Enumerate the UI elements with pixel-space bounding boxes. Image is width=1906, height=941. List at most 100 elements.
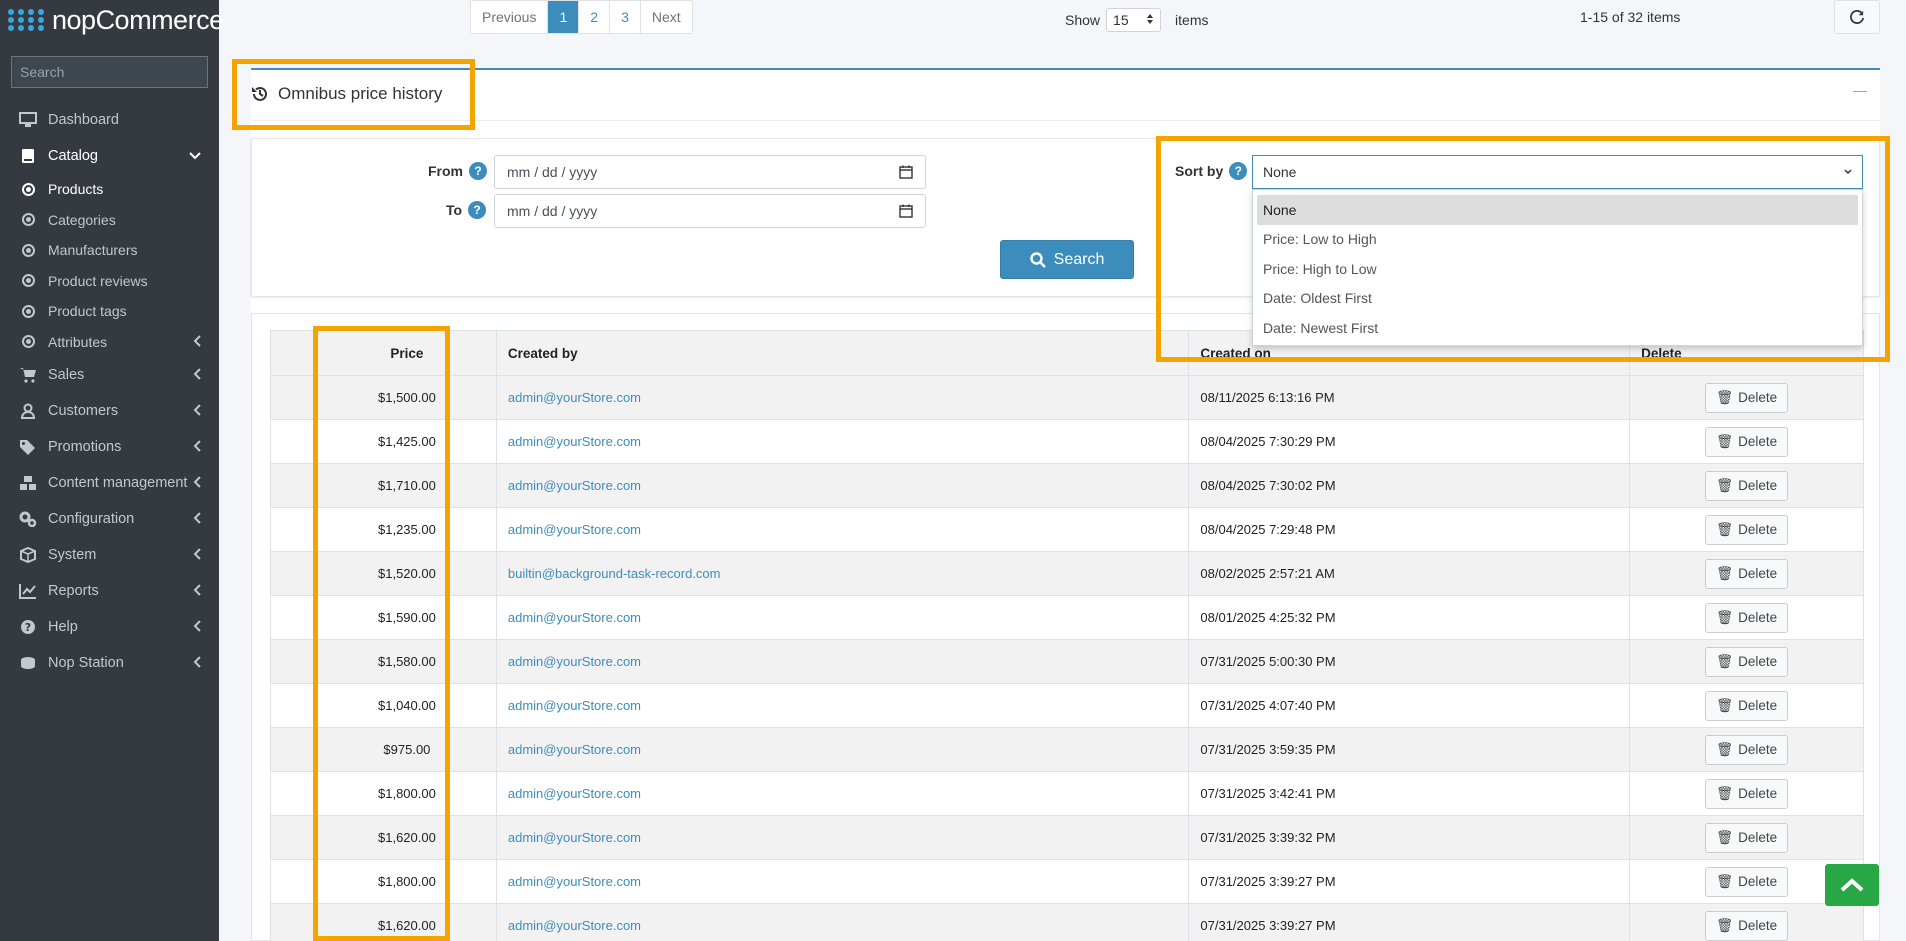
created-by-link[interactable]: builtin@background-task-record.com [495, 551, 1190, 596]
sort-option-date-oldest[interactable]: Date: Oldest First [1253, 284, 1862, 314]
cube-icon [18, 547, 38, 563]
search-button[interactable]: Search [1000, 240, 1134, 279]
price-history-table: Price Created by Created on Delete $1,50… [270, 330, 1864, 941]
delete-button[interactable]: 🗑 Delete [1704, 822, 1789, 853]
trash-icon: 🗑 [1715, 389, 1734, 405]
sort-option-date-newest[interactable]: Date: Newest First [1253, 313, 1862, 343]
search-icon [1029, 251, 1046, 268]
sort-option-none[interactable]: None [1257, 195, 1858, 225]
trash-icon: 🗑 [1715, 873, 1734, 889]
delete-button[interactable]: 🗑 Delete [1704, 426, 1789, 457]
created-by-link[interactable]: admin@yourStore.com [495, 463, 1190, 508]
circle-dot-icon [18, 243, 38, 257]
help-icon[interactable]: ? [468, 201, 487, 219]
sort-option-price-low-high[interactable]: Price: Low to High [1253, 225, 1862, 255]
sidebar-item-product-tags[interactable]: Product tags [0, 296, 219, 327]
created-by-link[interactable]: admin@yourStore.com [495, 771, 1190, 816]
sidebar-search-input[interactable] [20, 64, 201, 80]
to-date-input[interactable]: mm / dd / yyyy [494, 194, 926, 228]
chevron-left-icon [193, 511, 201, 527]
sidebar-item-customers[interactable]: Customers [0, 393, 219, 429]
delete-button[interactable]: 🗑 Delete [1704, 734, 1789, 765]
sidebar-item-dashboard[interactable]: Dashboard [0, 102, 219, 138]
pagination: Previous 1 2 3 Next [470, 0, 693, 34]
sidebar-item-promotions[interactable]: Promotions [0, 429, 219, 465]
trash-icon: 🗑 [1715, 521, 1734, 537]
sidebar-item-sales[interactable]: Sales [0, 357, 219, 393]
table-row: $1,040.00 admin@yourStore.com 07/31/2025 4… [270, 683, 1864, 728]
created-by-link[interactable]: admin@yourStore.com [495, 595, 1190, 640]
sort-by-select[interactable]: None [1252, 155, 1863, 189]
sidebar-item-nop-station[interactable]: Nop Station [0, 645, 219, 681]
created-by-link[interactable]: admin@yourStore.com [495, 507, 1190, 552]
desktop-icon [18, 112, 38, 128]
sidebar-search [11, 56, 208, 88]
scroll-to-top-button[interactable] [1825, 864, 1879, 906]
pagination-page-3[interactable]: 3 [610, 1, 641, 33]
sidebar-item-system[interactable]: System [0, 537, 219, 573]
created-by-link[interactable]: admin@yourStore.com [495, 859, 1190, 904]
page-size-select[interactable]: 15 [1106, 8, 1162, 32]
sort-option-price-high-low[interactable]: Price: High to Low [1253, 254, 1862, 284]
table-row: $1,800.00 admin@yourStore.com 07/31/2025 3… [270, 771, 1864, 816]
sidebar-item-product-reviews[interactable]: Product reviews [0, 266, 219, 297]
from-date-input[interactable]: mm / dd / yyyy [494, 155, 926, 189]
sidebar-item-manufacturers[interactable]: Manufacturers [0, 235, 219, 266]
help-icon[interactable]: ? [1229, 162, 1248, 180]
pagination-page-2[interactable]: 2 [579, 1, 611, 33]
pagination-previous[interactable]: Previous [471, 1, 549, 33]
table-row: $1,800.00 admin@yourStore.com 07/31/2025 3… [270, 859, 1864, 904]
select-column-header[interactable] [270, 330, 318, 376]
chevron-left-icon [193, 403, 201, 419]
collapse-button[interactable]: — [1853, 82, 1867, 98]
trash-icon: 🗑 [1715, 697, 1734, 713]
trash-icon: 🗑 [1715, 785, 1734, 801]
created-by-link[interactable]: admin@yourStore.com [495, 683, 1190, 728]
delete-button[interactable]: 🗑 Delete [1704, 602, 1789, 633]
created-by-column-header[interactable]: Created by [495, 330, 1190, 376]
from-label: From ? [428, 162, 487, 180]
sidebar-item-help[interactable]: ? Help [0, 609, 219, 645]
sidebar-item-content-management[interactable]: Content management [0, 465, 219, 501]
created-by-link[interactable]: admin@yourStore.com [495, 727, 1190, 772]
table-row: $1,425.00 admin@yourStore.com 08/04/2025 7… [270, 419, 1864, 464]
sidebar-item-catalog[interactable]: Catalog [0, 138, 219, 174]
delete-button[interactable]: 🗑 Delete [1704, 382, 1789, 413]
help-icon[interactable]: ? [469, 162, 487, 180]
created-by-link[interactable]: admin@yourStore.com [495, 903, 1190, 941]
created-by-link[interactable]: admin@yourStore.com [495, 419, 1190, 464]
trash-icon: 🗑 [1715, 829, 1734, 845]
gears-icon [18, 511, 38, 527]
created-by-link[interactable]: admin@yourStore.com [495, 815, 1190, 860]
logo[interactable]: nopCommerce [0, 0, 224, 40]
table-row: $1,620.00 admin@yourStore.com 07/31/2025 3… [270, 903, 1864, 941]
calendar-icon[interactable] [899, 204, 913, 218]
sidebar-item-products[interactable]: Products [0, 174, 219, 205]
delete-button[interactable]: 🗑 Delete [1704, 690, 1789, 721]
chevron-down-icon [1844, 169, 1852, 175]
chevron-left-icon [193, 619, 201, 635]
sidebar-item-reports[interactable]: Reports [0, 573, 219, 609]
pagination-page-1[interactable]: 1 [548, 1, 580, 33]
delete-button[interactable]: 🗑 Delete [1704, 866, 1789, 897]
sort-by-label: Sort by ? [1175, 162, 1248, 180]
sidebar-item-categories[interactable]: Categories [0, 205, 219, 236]
delete-button[interactable]: 🗑 Delete [1704, 910, 1789, 941]
delete-button[interactable]: 🗑 Delete [1704, 778, 1789, 809]
refresh-icon [1850, 10, 1864, 24]
delete-button[interactable]: 🗑 Delete [1704, 470, 1789, 501]
refresh-button[interactable] [1834, 0, 1880, 34]
created-by-link[interactable]: admin@yourStore.com [495, 375, 1190, 420]
trash-icon: 🗑 [1715, 477, 1734, 493]
pagination-next[interactable]: Next [641, 1, 692, 33]
delete-button[interactable]: 🗑 Delete [1704, 558, 1789, 589]
delete-button[interactable]: 🗑 Delete [1704, 514, 1789, 545]
line-chart-icon [18, 583, 38, 599]
delete-button[interactable]: 🗑 Delete [1704, 646, 1789, 677]
price-column-header[interactable]: Price [316, 330, 497, 376]
card-header[interactable]: Omnibus price history — [251, 70, 1880, 121]
created-by-link[interactable]: admin@yourStore.com [495, 639, 1190, 684]
sidebar-item-attributes[interactable]: Attributes [0, 327, 219, 358]
sidebar-item-configuration[interactable]: Configuration [0, 501, 219, 537]
calendar-icon[interactable] [899, 165, 913, 179]
